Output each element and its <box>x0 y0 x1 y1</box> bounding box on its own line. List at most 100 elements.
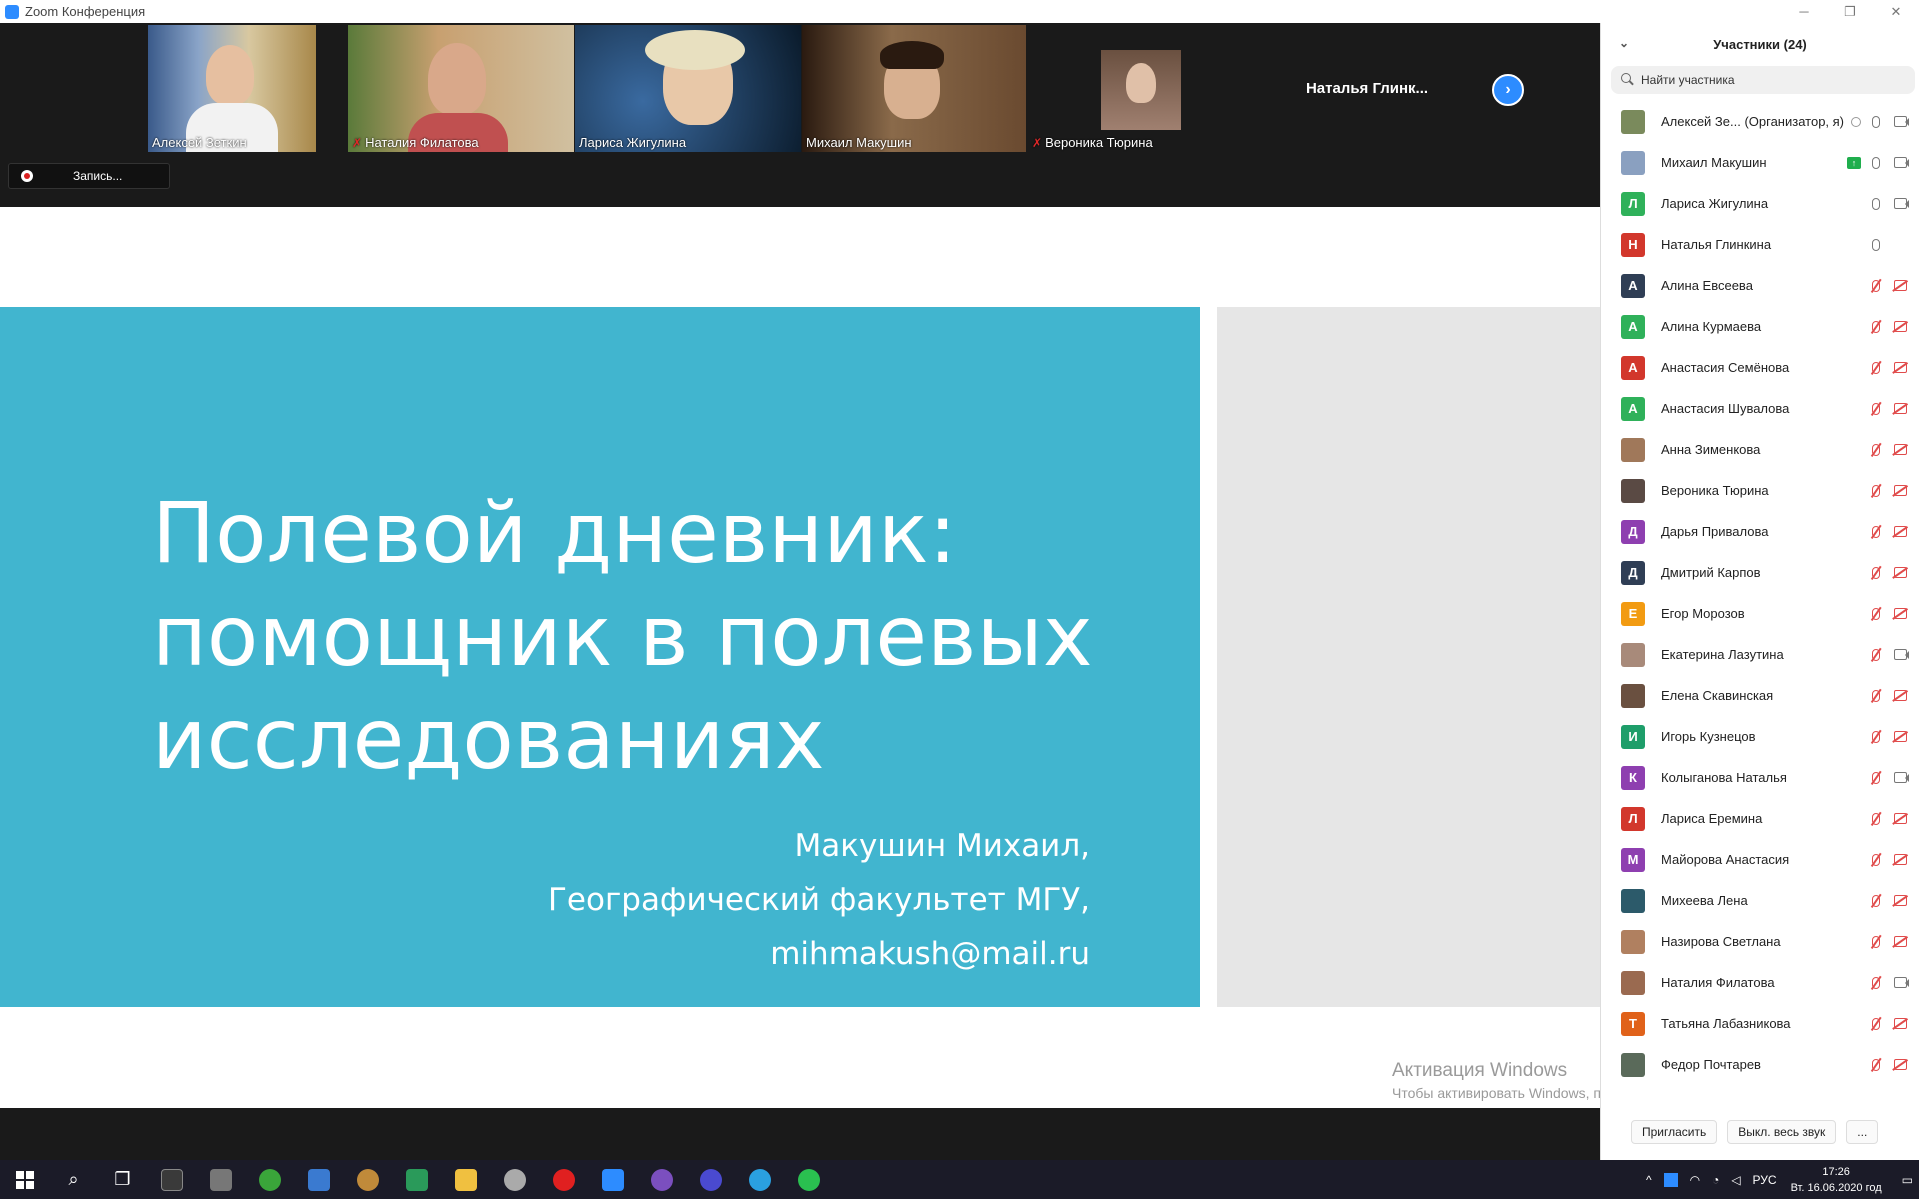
mic-muted-icon[interactable] <box>1867 401 1885 417</box>
mic-icon[interactable] <box>1867 114 1885 130</box>
participant-row[interactable]: Л Лариса Еремина <box>1601 798 1919 839</box>
participant-row[interactable]: Елена Скавинская <box>1601 675 1919 716</box>
participant-row[interactable]: Д Дмитрий Карпов <box>1601 552 1919 593</box>
camera-icon[interactable] <box>1891 647 1909 663</box>
next-page-arrow-icon[interactable]: › <box>1492 74 1524 106</box>
video-tile[interactable]: Лариса Жигулина <box>575 25 801 152</box>
video-tile-active-speaker[interactable]: Михаил Макушин <box>802 25 1026 152</box>
participant-row[interactable]: Е Егор Морозов <box>1601 593 1919 634</box>
video-tile[interactable]: ✗ Наталия Филатова <box>348 25 574 152</box>
mic-muted-icon[interactable] <box>1867 278 1885 294</box>
camera-off-icon[interactable] <box>1891 811 1909 827</box>
participant-row[interactable]: Вероника Тюрина <box>1601 470 1919 511</box>
calculator-icon[interactable] <box>147 1160 196 1199</box>
mic-muted-icon[interactable] <box>1867 852 1885 868</box>
participant-row[interactable]: Т Татьяна Лабазникова <box>1601 1003 1919 1044</box>
mic-muted-icon[interactable] <box>1867 893 1885 909</box>
video-tile[interactable]: Алексей Зеткин <box>148 25 316 152</box>
file-explorer-icon[interactable] <box>441 1160 490 1199</box>
mic-icon[interactable] <box>1867 155 1885 171</box>
network-icon[interactable]: ◠ <box>1690 1173 1700 1187</box>
participant-row[interactable]: Алексей Зе... (Организатор, я) <box>1601 101 1919 142</box>
windows-start-icon[interactable] <box>0 1160 49 1199</box>
layers-app-icon[interactable] <box>392 1160 441 1199</box>
mic-muted-icon[interactable] <box>1867 606 1885 622</box>
camera-icon[interactable] <box>1891 975 1909 991</box>
participant-row[interactable]: Федор Почтарев <box>1601 1044 1919 1085</box>
viber-icon[interactable] <box>637 1160 686 1199</box>
mic-muted-icon[interactable] <box>1867 934 1885 950</box>
yandex-browser-icon[interactable] <box>539 1160 588 1199</box>
participant-row[interactable]: Д Дарья Привалова <box>1601 511 1919 552</box>
wifi-icon[interactable]: ◔ <box>1712 1173 1719 1187</box>
mic-muted-icon[interactable] <box>1867 483 1885 499</box>
maximize-icon[interactable]: ❐ <box>1827 0 1873 23</box>
whatsapp-icon[interactable] <box>784 1160 833 1199</box>
camera-off-icon[interactable] <box>1891 401 1909 417</box>
participant-row[interactable]: А Алина Курмаева <box>1601 306 1919 347</box>
camera-off-icon[interactable] <box>1891 729 1909 745</box>
mic-icon[interactable] <box>1867 196 1885 212</box>
camera-off-icon[interactable] <box>1891 319 1909 335</box>
camera-icon[interactable] <box>1891 770 1909 786</box>
camera-off-icon[interactable] <box>1891 565 1909 581</box>
camera-off-icon[interactable] <box>1891 1057 1909 1073</box>
participant-row[interactable]: И Игорь Кузнецов <box>1601 716 1919 757</box>
mic-muted-icon[interactable] <box>1867 565 1885 581</box>
mic-muted-icon[interactable] <box>1867 1016 1885 1032</box>
mute-all-button[interactable]: Выкл. весь звук <box>1727 1120 1837 1144</box>
mic-muted-icon[interactable] <box>1867 729 1885 745</box>
search-icon[interactable]: ⌕ <box>49 1160 98 1199</box>
participant-row[interactable]: А Анастасия Семёнова <box>1601 347 1919 388</box>
settings-app-icon[interactable] <box>490 1160 539 1199</box>
participant-row[interactable]: Назирова Светлана <box>1601 921 1919 962</box>
language-indicator[interactable]: РУС <box>1753 1173 1777 1187</box>
browser-icon[interactable] <box>686 1160 735 1199</box>
camera-off-icon[interactable] <box>1891 688 1909 704</box>
participant-row[interactable]: Михеева Лена <box>1601 880 1919 921</box>
collapse-chevron-icon[interactable]: ⌄ <box>1619 36 1629 50</box>
clock[interactable]: 17:26 Вт. 16.06.2020 год <box>1791 1164 1882 1196</box>
invite-button[interactable]: Пригласить <box>1631 1120 1718 1144</box>
camera-off-icon[interactable] <box>1891 1016 1909 1032</box>
minimize-icon[interactable]: ─ <box>1781 0 1827 23</box>
recording-indicator[interactable]: Запись... <box>8 163 170 189</box>
camera-off-icon[interactable] <box>1891 278 1909 294</box>
participant-row[interactable]: М Майорова Анастасия <box>1601 839 1919 880</box>
notifications-icon[interactable]: ▭ <box>1902 1173 1913 1187</box>
mic-muted-icon[interactable] <box>1867 647 1885 663</box>
mic-muted-icon[interactable] <box>1867 319 1885 335</box>
task-view-icon[interactable]: ❐ <box>98 1160 147 1199</box>
camera-icon[interactable] <box>1891 114 1909 130</box>
participant-row[interactable]: Л Лариса Жигулина <box>1601 183 1919 224</box>
zoom-tray-icon[interactable] <box>1663 1172 1678 1187</box>
participant-search-input[interactable]: Найти участника <box>1611 66 1915 94</box>
mic-icon[interactable] <box>1867 237 1885 253</box>
camera-icon[interactable] <box>1891 155 1909 171</box>
camera-off-icon[interactable] <box>1891 360 1909 376</box>
camera-off-icon[interactable] <box>1891 483 1909 499</box>
telegram-icon[interactable] <box>735 1160 784 1199</box>
close-icon[interactable]: ✕ <box>1873 0 1919 23</box>
mic-muted-icon[interactable] <box>1867 770 1885 786</box>
participant-row[interactable]: К Колыганова Наталья <box>1601 757 1919 798</box>
video-tile[interactable]: ✗ Вероника Тюрина <box>1028 25 1254 152</box>
mic-muted-icon[interactable] <box>1867 688 1885 704</box>
participant-row[interactable]: Наталия Филатова <box>1601 962 1919 1003</box>
printer-app-icon[interactable] <box>196 1160 245 1199</box>
volume-icon[interactable]: ◁ <box>1731 1173 1740 1187</box>
camera-off-icon[interactable] <box>1891 852 1909 868</box>
zoom-taskbar-icon[interactable] <box>588 1160 637 1199</box>
mic-muted-icon[interactable] <box>1867 1057 1885 1073</box>
participant-row[interactable]: Анна Зименкова <box>1601 429 1919 470</box>
participant-row[interactable]: А Алина Евсеева <box>1601 265 1919 306</box>
mic-muted-icon[interactable] <box>1867 524 1885 540</box>
participant-row[interactable]: А Анастасия Шувалова <box>1601 388 1919 429</box>
participant-row[interactable]: Н Наталья Глинкина <box>1601 224 1919 265</box>
camera-icon[interactable] <box>1891 196 1909 212</box>
mic-muted-icon[interactable] <box>1867 811 1885 827</box>
camera-off-icon[interactable] <box>1891 893 1909 909</box>
camera-off-icon[interactable] <box>1891 442 1909 458</box>
paint-icon[interactable] <box>343 1160 392 1199</box>
more-button[interactable]: ... <box>1846 1120 1879 1144</box>
